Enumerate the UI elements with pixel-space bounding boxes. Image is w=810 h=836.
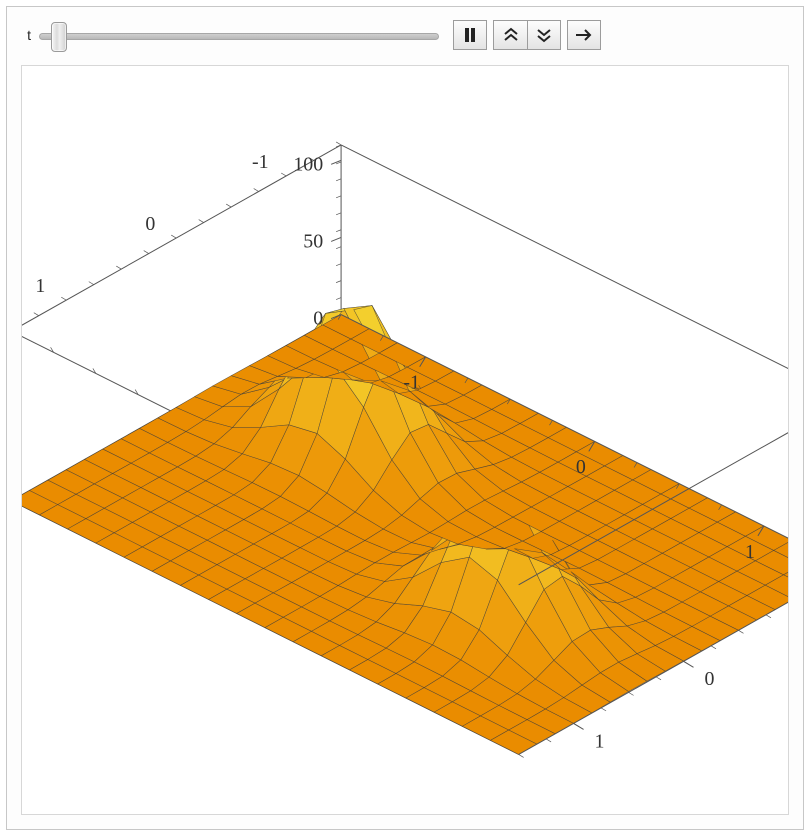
animation-buttons [453,20,601,50]
slider-track [39,33,439,40]
manipulate-controls: t [7,7,803,57]
svg-text:-1: -1 [252,151,269,173]
svg-text:50: 50 [303,230,323,252]
double-chevron-down-icon [536,27,552,43]
svg-text:1: 1 [35,275,45,297]
svg-text:0: 0 [313,308,323,330]
plot3d-frame[interactable]: 050100-101-101-101 [21,65,789,815]
param-label: t [17,27,31,43]
manipulate-panel: t [6,6,804,830]
pause-icon [462,27,478,43]
svg-text:0: 0 [145,213,155,235]
play-pause-button[interactable] [453,20,487,50]
svg-text:-1: -1 [403,372,420,394]
svg-text:0: 0 [704,668,714,690]
svg-text:1: 1 [595,730,605,752]
t-slider[interactable] [39,24,439,46]
svg-text:0: 0 [576,456,586,478]
arrow-right-icon [575,28,593,42]
surface-plot: 050100-101-101-101 [22,66,788,814]
svg-text:1: 1 [745,541,755,563]
step-forward-button[interactable] [567,20,601,50]
slower-button[interactable] [527,20,561,50]
double-chevron-up-icon [503,27,519,43]
svg-text:100: 100 [293,153,323,175]
faster-button[interactable] [493,20,527,50]
slider-thumb[interactable] [51,22,67,52]
